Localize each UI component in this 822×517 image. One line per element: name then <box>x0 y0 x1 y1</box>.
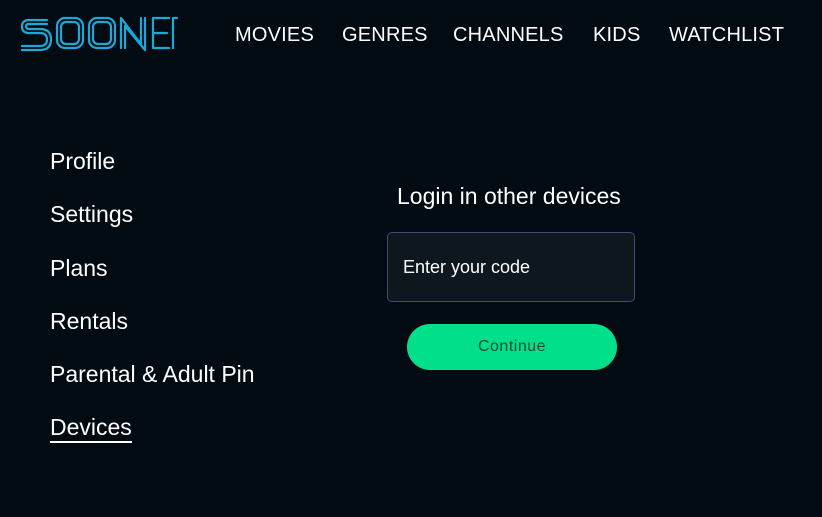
sidebar-item-profile[interactable]: Profile <box>50 146 115 176</box>
code-field[interactable] <box>387 232 635 302</box>
top-header: MOVIES GENRES CHANNELS KIDS WATCHLIST <box>0 0 822 70</box>
sidebar-item-settings[interactable]: Settings <box>50 199 133 229</box>
nav-channels[interactable]: CHANNELS <box>453 22 564 48</box>
continue-button[interactable]: Continue <box>407 324 617 370</box>
code-input[interactable] <box>403 233 623 301</box>
nav-watchlist[interactable]: WATCHLIST <box>669 22 784 48</box>
nav-kids[interactable]: KIDS <box>593 22 640 48</box>
nav-movies[interactable]: MOVIES <box>235 22 314 48</box>
sidebar-item-rentals[interactable]: Rentals <box>50 306 128 336</box>
panel-title: Login in other devices <box>397 183 621 209</box>
sooner-logo[interactable] <box>19 14 183 52</box>
sidebar-item-plans[interactable]: Plans <box>50 253 108 283</box>
sidebar-item-parental-adult-pin[interactable]: Parental & Adult Pin <box>50 359 255 389</box>
nav-genres[interactable]: GENRES <box>342 22 428 48</box>
sidebar-item-devices[interactable]: Devices <box>50 413 132 443</box>
